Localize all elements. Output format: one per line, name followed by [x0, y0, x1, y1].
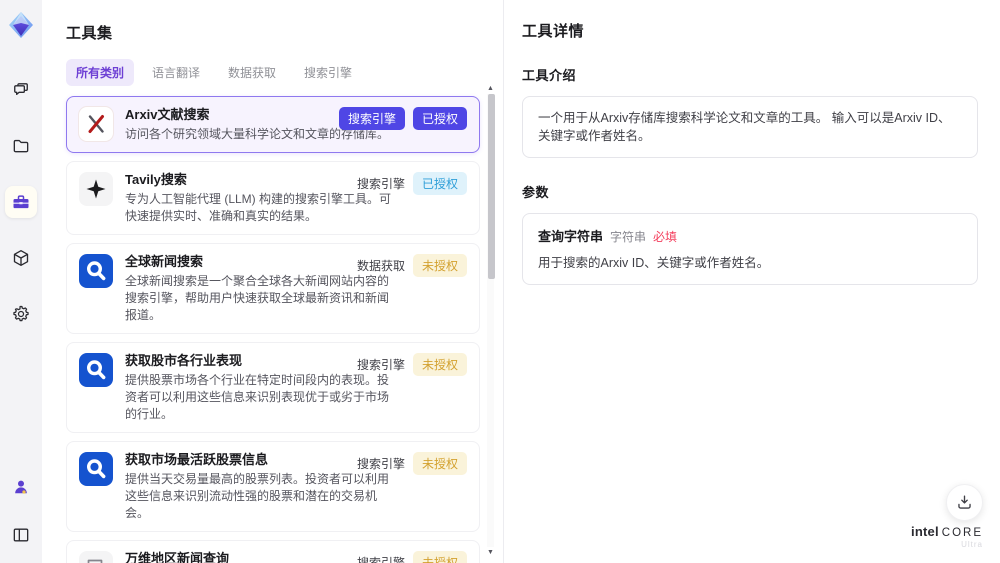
tool-card[interactable]: 万维地区新闻查询 查询具体行政区划内的新闻，快速了解各地新闻动 搜索引擎 未授权 [66, 540, 480, 563]
tool-card[interactable]: Arxiv文献搜索 访问各个研究领域大量科学论文和文章的存储库。 搜索引擎 已授… [66, 96, 480, 153]
user-icon [15, 480, 27, 494]
scrollbar-down-icon[interactable]: ▼ [486, 548, 495, 557]
tool-card-category: 搜索引擎 [338, 107, 405, 130]
download-button[interactable] [946, 484, 983, 521]
gear-icon [13, 305, 29, 322]
tool-card-title: 万维地区新闻查询 [125, 551, 230, 563]
sidebar-item-settings[interactable] [5, 298, 37, 330]
tool-card[interactable]: 全球新闻搜索 全球新闻搜索是一个聚合全球各大新闻网站内容的搜索引擎，帮助用户快速… [66, 243, 480, 334]
sidebar-item-toolbox[interactable] [5, 186, 37, 218]
cube-icon [13, 250, 29, 266]
scrollbar-track[interactable] [487, 94, 495, 547]
brand-sub-text: Ultra [961, 540, 983, 549]
tool-card[interactable]: Tavily搜索 专为人工智能代理 (LLM) 构建的搜索引擎工具。可快速提供实… [66, 161, 480, 235]
app-logo-icon [6, 10, 36, 40]
param-required-badge: 必填 [653, 230, 678, 244]
intel-core-logo: intel CORE Ultra [911, 524, 983, 549]
tool-card-icon [79, 254, 113, 288]
search-globe-icon [86, 360, 106, 380]
tool-card-category: 数据获取 [356, 259, 405, 273]
intro-text: 一个用于从Arxiv存储库搜索科学论文和文章的工具。 输入可以是Arxiv ID… [538, 111, 951, 143]
tool-card[interactable]: 获取股市各行业表现 提供股票市场各个行业在特定时间段内的表现。投资者可以利用这些… [66, 342, 480, 433]
category-tab[interactable]: 所有类别 [66, 59, 135, 86]
folder-icon [13, 139, 29, 153]
tool-card[interactable]: 获取市场最活跃股票信息 提供当天交易量最高的股票列表。投资者可以利用这些信息来识… [66, 441, 480, 532]
brand-core-text: CORE [941, 527, 983, 539]
search-globe-icon [86, 261, 106, 281]
newspaper-icon [87, 559, 103, 563]
tool-list: Arxiv文献搜索 访问各个研究领域大量科学论文和文章的存储库。 搜索引擎 已授… [66, 96, 480, 563]
tool-card-badges: 搜索引擎 已授权 [338, 107, 467, 130]
category-tab[interactable]: 语言翻译 [142, 59, 210, 86]
sidebar-item-chat[interactable] [5, 74, 37, 106]
tool-card-description: 提供当天交易量最高的股票列表。投资者可以利用这些信息来识别流动性强的股票和潜在的… [125, 472, 390, 520]
toolbox-icon [13, 195, 29, 209]
tool-card-description: 全球新闻搜索是一个聚合全球各大新闻网站内容的搜索引擎，帮助用户快速获取全球最新资… [125, 274, 390, 322]
scrollbar-thumb[interactable] [488, 94, 495, 279]
tool-card-icon [79, 107, 113, 141]
category-tabs: 所有类别 语言翻译 数据获取 搜索引擎 [66, 59, 503, 86]
param-name: 查询字符串 [538, 229, 604, 244]
tool-card-badges: 搜索引擎 未授权 [357, 551, 467, 563]
category-tab[interactable]: 搜索引擎 [294, 59, 362, 86]
arxiv-icon [88, 115, 104, 133]
param-description: 用于搜索的Arxiv ID、关键字或作者姓名。 [538, 256, 770, 270]
tool-card-icon [79, 172, 113, 206]
app-window: 工具集 所有类别 语言翻译 数据获取 搜索引擎 Arxiv文献搜索 访问各个研究领域大… [0, 0, 1000, 563]
scrollbar-up-icon[interactable]: ▲ [486, 84, 495, 93]
panel-toggle-icon [13, 528, 29, 542]
tool-card-icon [79, 551, 113, 563]
sidebar [0, 0, 42, 563]
tool-card-icon [79, 452, 113, 486]
list-scrollbar[interactable]: ▲ ▼ [486, 84, 495, 557]
tool-card-category: 搜索引擎 [356, 177, 405, 191]
tool-card-auth-badge: 未授权 [412, 551, 467, 563]
tool-card-badges: 搜索引擎 已授权 [357, 172, 467, 195]
tool-card-category: 搜索引擎 [356, 457, 405, 471]
tool-card-auth-badge: 已授权 [412, 107, 467, 130]
tool-card-description: 提供股票市场各个行业在特定时间段内的表现。投资者可以利用这些信息来识别表现优于或… [125, 373, 390, 421]
sidebar-item-files[interactable] [5, 130, 37, 162]
tool-detail-panel: 工具详情 工具介绍 一个用于从Arxiv存储库搜索科学论文和文章的工具。 输入可… [504, 0, 1000, 563]
sidebar-item-models[interactable] [5, 242, 37, 274]
sidebar-nav [5, 74, 37, 330]
tool-card-auth-badge: 未授权 [412, 254, 467, 277]
params-heading: 参数 [522, 185, 550, 200]
detail-panel-title: 工具详情 [522, 23, 585, 40]
sparkle-icon [86, 179, 106, 199]
tool-card-category: 搜索引擎 [356, 358, 405, 372]
search-globe-icon [86, 459, 106, 479]
tool-card-category: 搜索引擎 [356, 556, 405, 563]
sidebar-item-account[interactable] [5, 471, 37, 503]
tool-card-description: 专为人工智能代理 (LLM) 构建的搜索引擎工具。可快速提供实时、准确和真实的结… [125, 192, 392, 223]
tool-card-badges: 搜索引擎 未授权 [357, 353, 467, 376]
tool-card-auth-badge: 未授权 [412, 452, 467, 475]
tool-card-icon [79, 353, 113, 387]
tool-card-badges: 搜索引擎 未授权 [357, 452, 467, 475]
intro-heading: 工具介绍 [522, 68, 577, 83]
tool-card-badges: 数据获取 未授权 [357, 254, 467, 277]
chat-icon [14, 83, 28, 95]
sidebar-item-collapse[interactable] [5, 519, 37, 551]
tools-panel-title: 工具集 [66, 25, 113, 42]
intro-box: 一个用于从Arxiv存储库搜索科学论文和文章的工具。 输入可以是Arxiv ID… [522, 96, 978, 158]
sidebar-bottom [5, 471, 37, 551]
param-type: 字符串 [610, 230, 647, 244]
brand-intel-text: intel [911, 524, 939, 539]
param-box: 查询字符串 字符串 必填 用于搜索的Arxiv ID、关键字或作者姓名。 [522, 213, 978, 285]
tool-card-auth-badge: 未授权 [412, 353, 467, 376]
tool-card-auth-badge: 已授权 [412, 172, 467, 195]
download-icon [958, 495, 971, 509]
category-tab[interactable]: 数据获取 [218, 59, 286, 86]
tools-panel: 工具集 所有类别 语言翻译 数据获取 搜索引擎 Arxiv文献搜索 访问各个研究领域大… [42, 0, 503, 563]
